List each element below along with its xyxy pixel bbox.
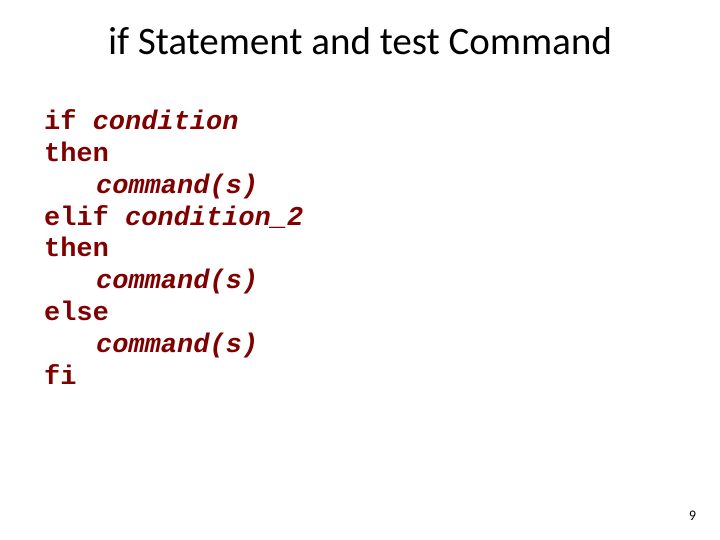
code-block: if condition then command(s) elif condit… — [44, 108, 303, 395]
code-line-commands-3: command(s) — [44, 331, 303, 363]
slide: if Statement and test Command if conditi… — [0, 0, 720, 540]
code-line-fi: fi — [44, 363, 303, 395]
code-line-if: if condition — [44, 108, 303, 140]
kw-if: if — [44, 108, 93, 138]
condition-2: condition_2 — [125, 204, 303, 234]
code-line-then-2: then — [44, 235, 303, 267]
code-line-then-1: then — [44, 140, 303, 172]
code-line-commands-2: command(s) — [44, 267, 303, 299]
page-number: 9 — [689, 507, 696, 524]
condition-1: condition — [93, 108, 239, 138]
slide-title: if Statement and test Command — [0, 0, 720, 65]
code-line-else: else — [44, 299, 303, 331]
code-line-commands-1: command(s) — [44, 172, 303, 204]
kw-elif: elif — [44, 204, 125, 234]
code-line-elif: elif condition_2 — [44, 204, 303, 236]
